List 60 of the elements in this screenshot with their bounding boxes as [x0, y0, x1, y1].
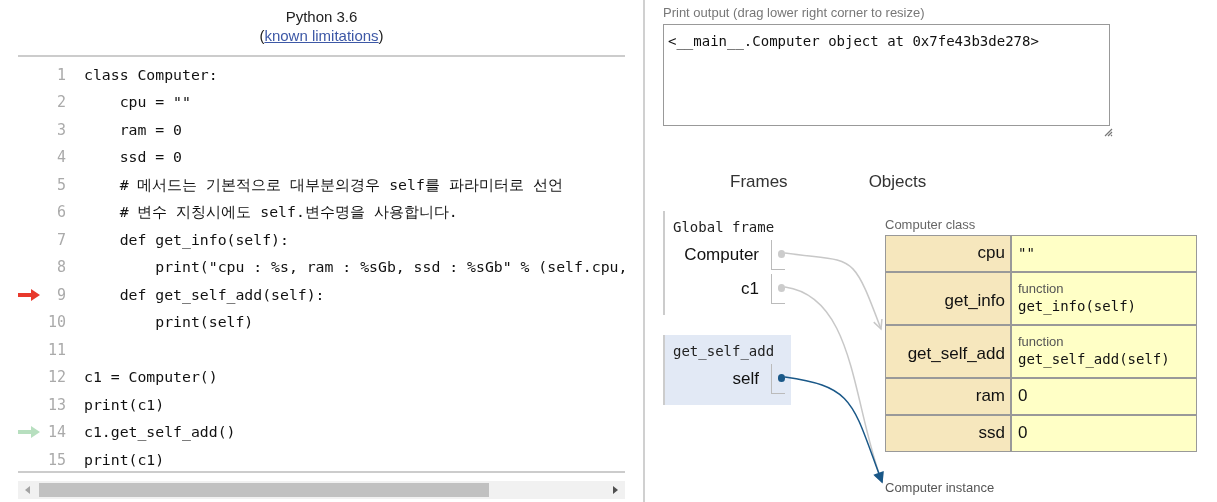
field-name: get_info [886, 272, 1012, 324]
line-number: 7 [55, 229, 66, 251]
line-number: 11 [46, 339, 66, 361]
code-line: ram = 0 [118, 119, 182, 140]
field-value: get_self_add(self) [1018, 349, 1171, 369]
code-line: c1 = Computer() [84, 367, 218, 388]
class-label: Computer class [885, 216, 977, 233]
code-line: def get_self_add(self): [118, 284, 325, 306]
language-title: Python 3.6 [285, 7, 358, 26]
frame-name: get_self_add [673, 341, 776, 361]
variable-name: c1 [740, 277, 759, 300]
variable-name: Computer [683, 243, 759, 266]
frame-name: Global frame [673, 217, 776, 237]
line-number: 12 [46, 367, 66, 388]
objects-heading: Objects [868, 171, 927, 193]
line-number: 15 [46, 449, 66, 471]
code-line: class Computer: [84, 64, 218, 85]
variable-name: self [731, 367, 759, 390]
field-value: "" [1018, 243, 1036, 263]
paren-text: ( [259, 26, 265, 45]
instance-label: Computer instance [885, 479, 996, 496]
line-number: 13 [46, 394, 66, 416]
code-line: print(self) [154, 312, 254, 333]
field-value: 0 [1018, 422, 1029, 445]
line-number: 8 [55, 257, 66, 278]
print-output-label: Print output (drag lower right corner to resize) [663, 4, 926, 22]
line-number: 1 [55, 64, 66, 86]
line-number: 5 [55, 174, 66, 196]
code-line: print("cpu : %s, ram : %sGb, ssd : %sGb" % (self.cpu, [154, 257, 628, 278]
line-number: 6 [55, 202, 66, 223]
code-line: print(c1) [84, 394, 165, 415]
horizontal-scrollbar[interactable] [18, 481, 625, 499]
line-number: 9 [55, 284, 66, 306]
line-number: 10 [46, 312, 66, 333]
field-name: ssd [886, 415, 1012, 451]
field-name: ram [886, 378, 1012, 414]
value-type-label: function [1018, 333, 1065, 349]
code-line: # 변수 지칭시에도 self.변수명을 사용합니다. [118, 202, 458, 223]
code-line: cpu = "" [118, 92, 191, 113]
value-type-label: function [1018, 280, 1065, 296]
print-output-box[interactable]: <__main__.Computer object at 0x7fe43b3de278> [663, 24, 1110, 126]
code-line: print(c1) [84, 449, 165, 470]
line-number: 3 [55, 119, 66, 141]
line-number: 4 [55, 147, 66, 168]
code-line: # 메서드는 기본적으로 대부분의경우 self를 파라미터로 선언 [118, 174, 563, 195]
line-number: 14 [46, 422, 66, 443]
scrollbar-thumb[interactable] [39, 483, 489, 497]
field-value: get_info(self) [1018, 296, 1137, 316]
field-name: get_self_add [886, 325, 1012, 377]
code-line: def get_info(self): [118, 229, 289, 251]
limitations-link[interactable]: known limitations [264, 26, 379, 45]
field-name: cpu [886, 235, 1012, 271]
line-number: 2 [55, 92, 66, 113]
print-output-text: <__main__.Computer object at 0x7fe43b3de278> [668, 33, 1039, 49]
field-value: 0 [1018, 385, 1029, 408]
code-line: ssd = 0 [118, 147, 182, 168]
resize-grip-icon[interactable] [1104, 128, 1113, 137]
code-line: c1.get_self_add() [84, 422, 236, 443]
paren-text: ) [378, 26, 384, 45]
frames-heading: Frames [730, 171, 788, 193]
